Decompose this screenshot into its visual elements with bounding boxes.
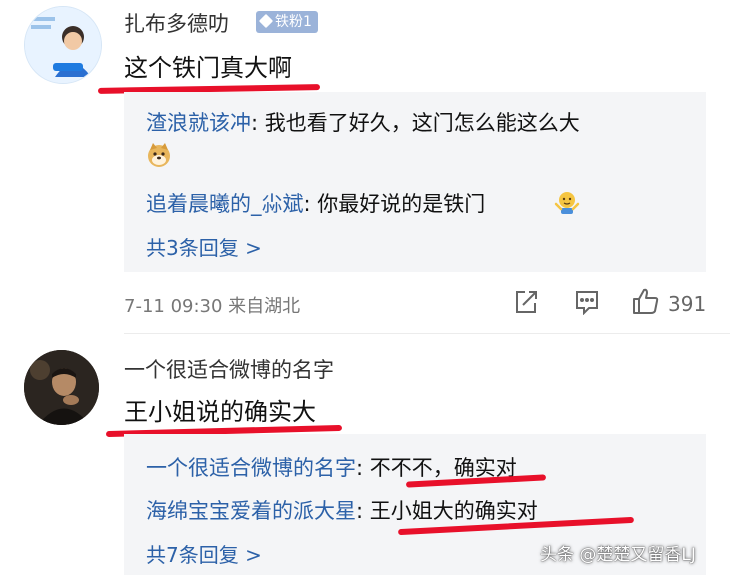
reply-author[interactable]: 渣浪就该冲 [146,111,251,135]
reply-author[interactable]: 追着晨曦的_尛斌 [146,192,304,216]
like-count: 391 [668,292,707,316]
view-more-replies-link[interactable]: 共3条回复 > [146,232,262,261]
comment-text: 这个铁门真大啊 [124,54,292,82]
reply-text: : 你最好说的是铁门 [303,192,486,216]
shrug-emoji-icon [554,189,580,219]
comment-icon[interactable] [574,289,600,319]
comment-text: 王小姐说的确实大 [124,398,316,426]
divider [124,333,730,334]
commenter-name[interactable]: 扎布多德叻 [124,8,229,38]
commenter-avatar[interactable] [24,350,99,425]
commenter-name[interactable]: 一个很适合微博的名字 [124,354,334,384]
doge-emoji-icon [146,142,172,172]
diamond-icon [258,13,274,29]
comment-meta: 7-11 09:30 来自湖北 [124,296,301,317]
reply-author[interactable]: 一个很适合微博的名字 [146,456,356,480]
watermark: 头条 @楚楚又留香LJ [540,545,696,565]
reply-author[interactable]: 海绵宝宝爱着的派大星 [146,499,356,523]
reply-item[interactable]: 渣浪就该冲: 我也看了好久，这门怎么能这么大 [146,107,580,137]
thumbs-up-icon[interactable] [631,286,661,320]
reply-item[interactable]: 追着晨曦的_尛斌: 你最好说的是铁门 [146,188,485,218]
reply-text: : 我也看了好久，这门怎么能这么大 [251,111,580,135]
reply-item[interactable]: 海绵宝宝爱着的派大星: 王小姐大的确实对 [146,495,538,525]
share-icon[interactable] [513,289,539,319]
commenter-avatar[interactable] [24,6,102,84]
fan-badge[interactable]: 铁粉1 [256,11,318,33]
reply-text: : 王小姐大的确实对 [356,499,538,523]
view-more-replies-link[interactable]: 共7条回复 > [146,539,262,568]
fan-badge-label: 铁粉1 [275,14,312,30]
reply-item[interactable]: 一个很适合微博的名字: 不不不，确实对 [146,452,517,482]
